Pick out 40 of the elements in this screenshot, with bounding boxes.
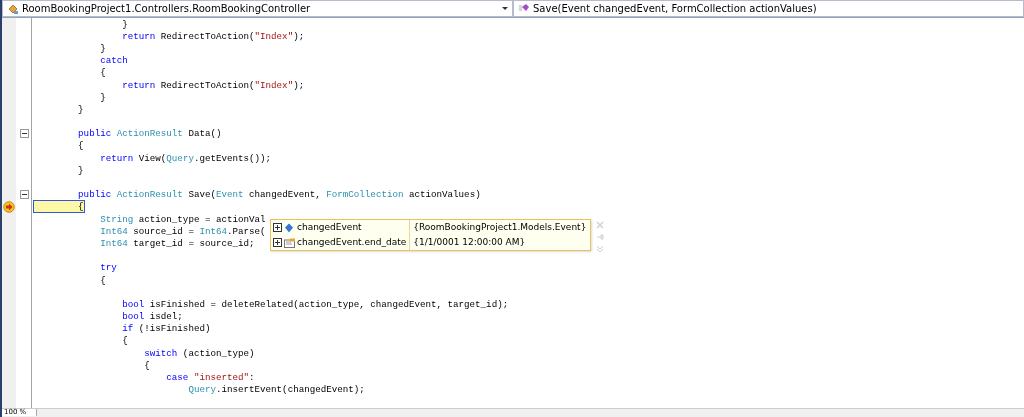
variable-name: changedEvent.end_date	[297, 235, 411, 250]
code-line: }	[99, 42, 106, 54]
expand-icon[interactable]	[273, 238, 282, 247]
code-line: Int64 source_id = Int64.Parse(	[99, 225, 266, 237]
code-line: bool isFinished = deleteRelated(action_type, changedEvent, target_id);	[121, 298, 509, 310]
code-line: catch	[99, 55, 128, 67]
code-line: {	[77, 140, 84, 152]
expand-icon[interactable]	[273, 223, 282, 232]
variable-value: {RoomBookingProject1.Models.Event}	[412, 221, 588, 234]
code-line: {	[121, 335, 128, 347]
code-line: public ActionResult Data()	[77, 128, 222, 140]
code-line: {	[99, 67, 106, 79]
code-line: {	[143, 359, 150, 371]
code-line: {	[99, 274, 106, 286]
class-icon	[7, 2, 19, 15]
code-line: }	[77, 103, 84, 115]
code-line: bool isdel;	[121, 311, 183, 323]
code-line: switch (action_type)	[143, 347, 255, 359]
code-line: return View(Query.getEvents());	[99, 152, 272, 164]
code-line: return RedirectToAction("Index");	[121, 79, 305, 91]
code-line: try	[99, 262, 117, 274]
field-icon	[284, 222, 294, 233]
code-line: Int64 target_id = source_id;	[99, 237, 255, 249]
code-line: public ActionResult Save(Event changedEvent, FormCollection actionValues)	[77, 189, 481, 201]
code-line: return RedirectToAction("Index");	[121, 30, 305, 42]
property-icon	[284, 237, 296, 248]
variable-name: changedEvent	[297, 220, 411, 235]
code-line: case "inserted":	[165, 372, 255, 384]
code-line: Query.insertEvent(changedEvent);	[187, 384, 365, 396]
class-dropdown[interactable]: RoomBookingProject1.Controllers.RoomBookingController	[2, 0, 513, 17]
code-line: }	[77, 164, 84, 176]
member-dropdown[interactable]: Save(Event changedEvent, FormCollection actionValues)	[513, 0, 1024, 17]
code-line: if (!isFinished)	[121, 323, 211, 335]
code-line: }	[99, 91, 106, 103]
code-line: }	[121, 18, 128, 30]
caret-icon	[502, 6, 508, 11]
variable-value: {1/1/0001 12:00:00 AM}	[412, 236, 527, 249]
collapse-icon[interactable]	[19, 190, 29, 200]
code-line: String action_type = actionVal	[99, 213, 266, 225]
collapse-icon[interactable]	[19, 129, 29, 139]
